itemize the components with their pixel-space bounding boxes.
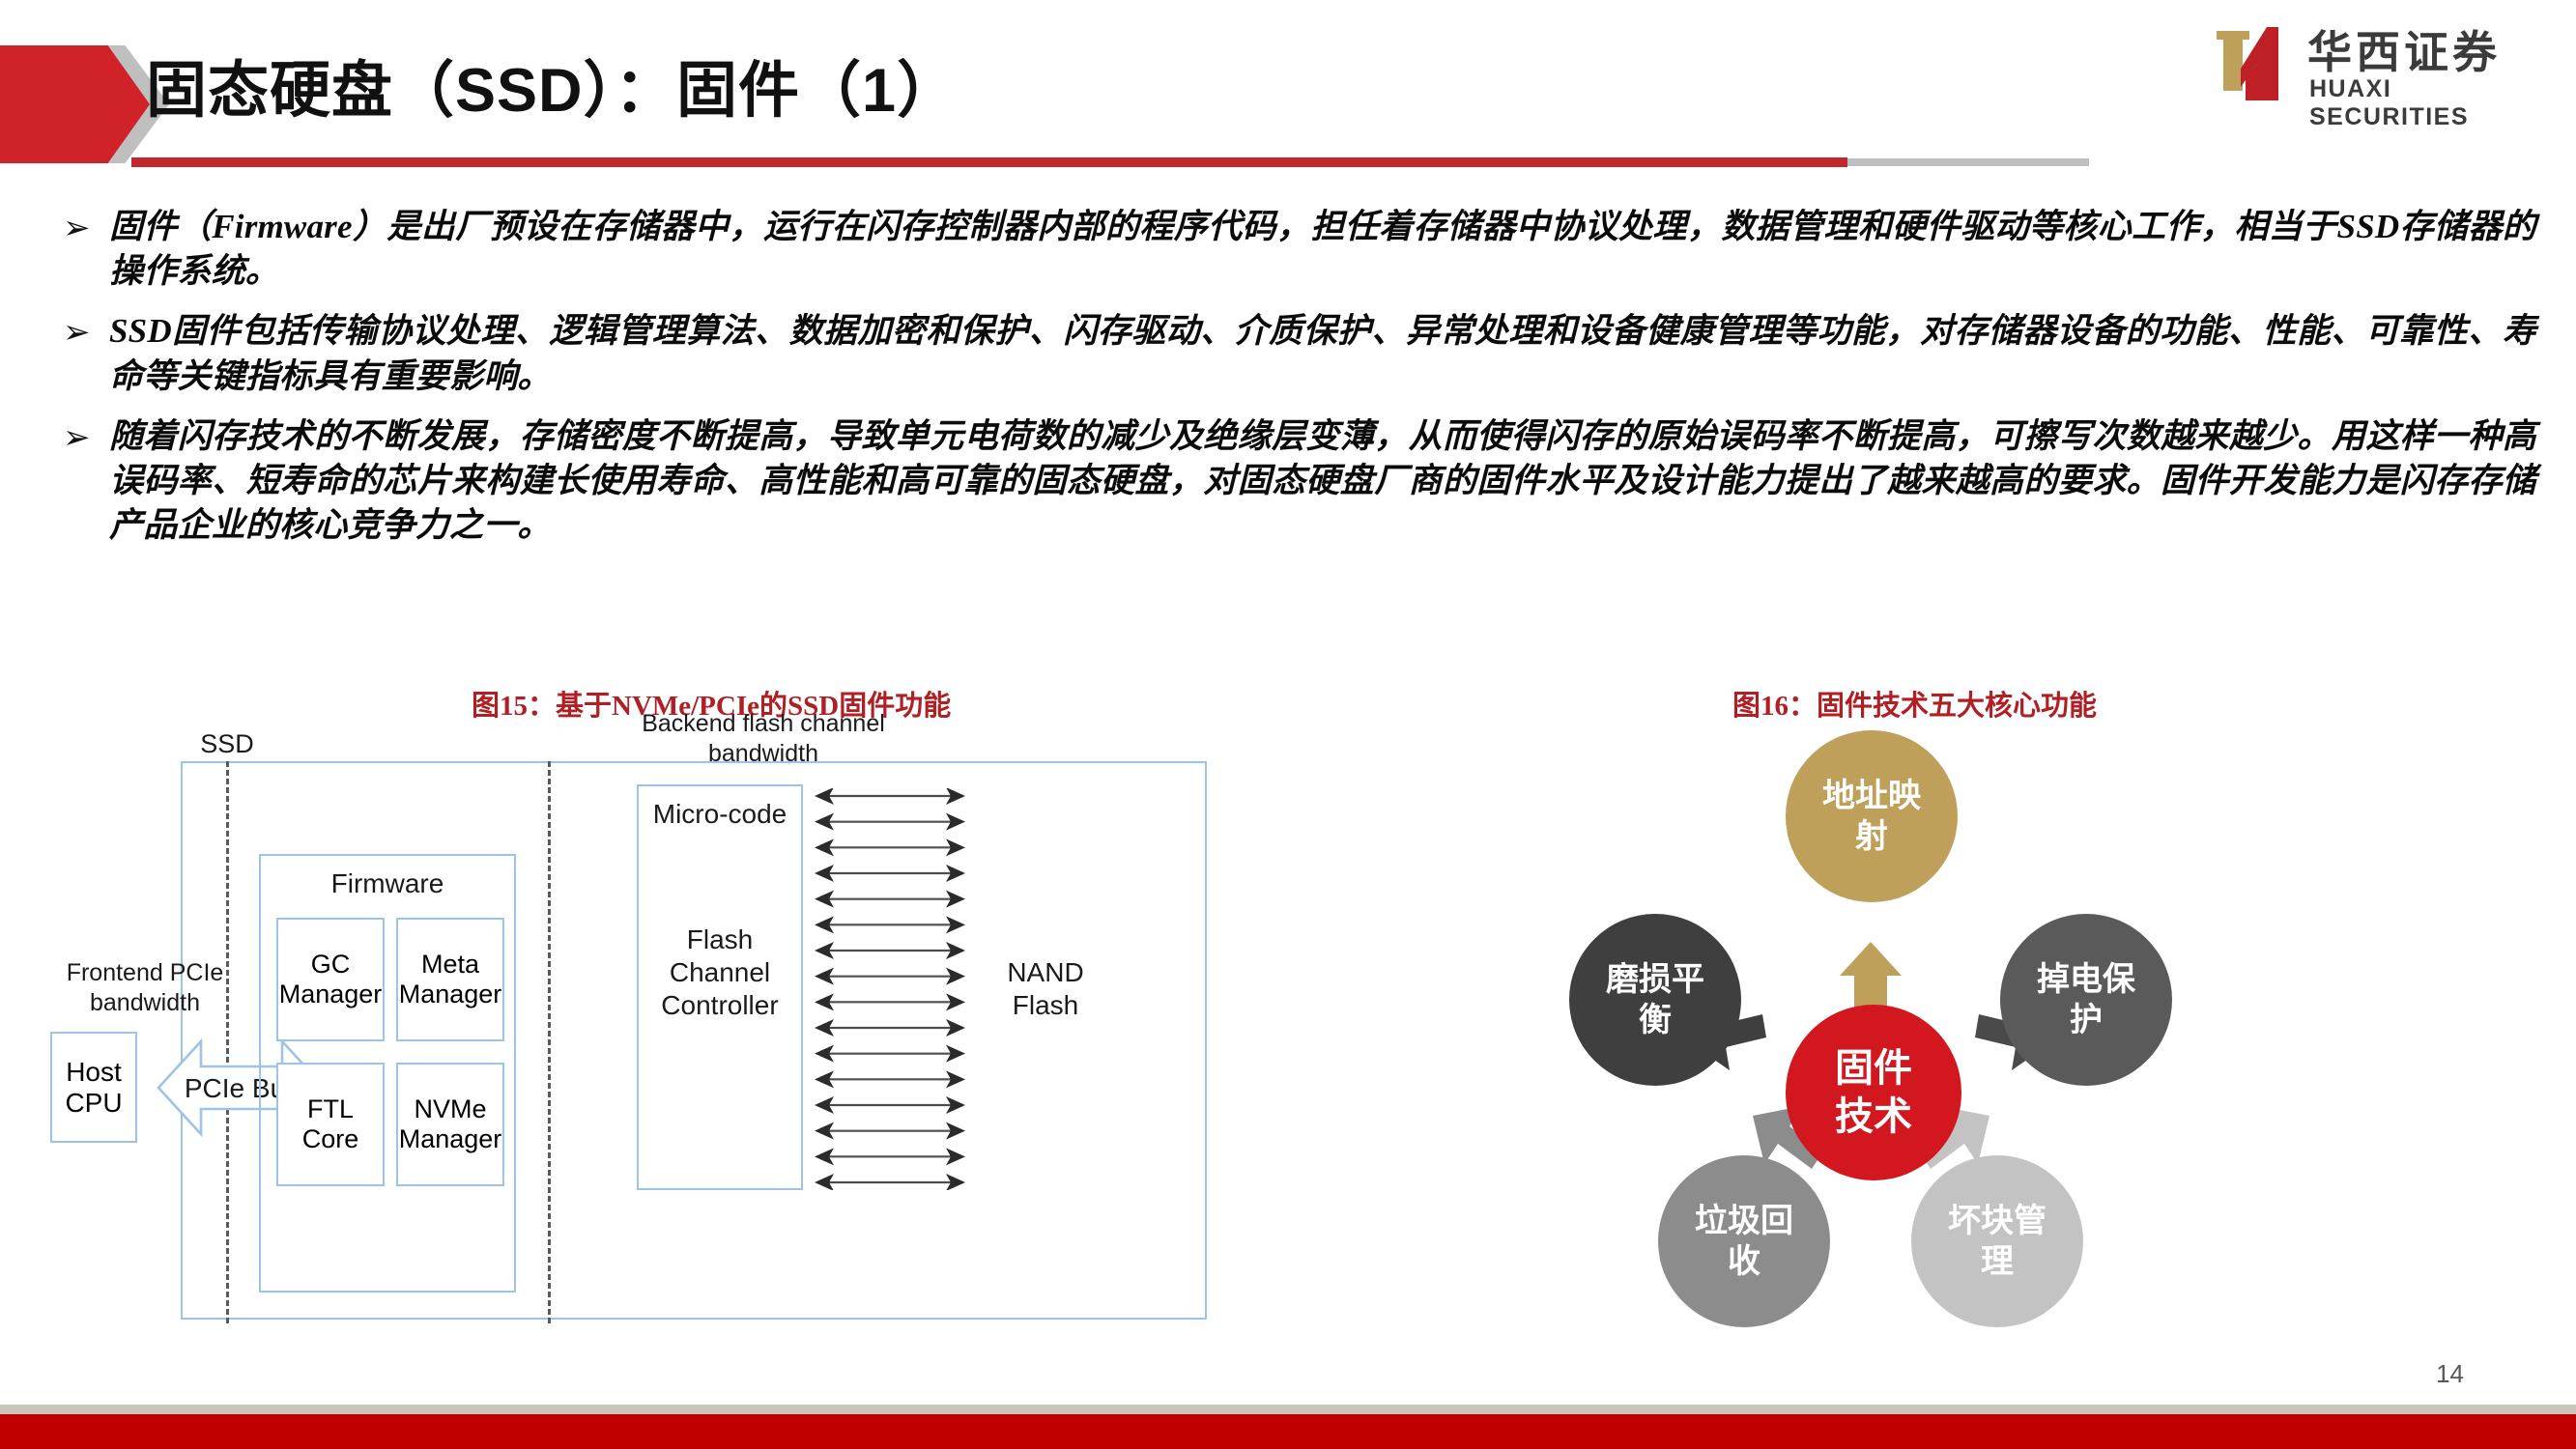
- ftl-core-box: FTL Core: [276, 1063, 385, 1186]
- node-wear-leveling[interactable]: 磨损平 衡: [1569, 914, 1741, 1086]
- flash-channel-arrows-icon: [815, 788, 965, 1190]
- node-firmware-technology-label: 固件 技术: [1835, 1047, 1912, 1138]
- host-cpu-box: Host CPU: [50, 1032, 137, 1143]
- host-cpu-label: Host CPU: [65, 1056, 123, 1118]
- micro-code-label: Micro-code: [652, 799, 787, 829]
- node-bad-block-management[interactable]: 坏块管 理: [1911, 1155, 2083, 1327]
- meta-manager-box: Meta Manager: [396, 918, 504, 1041]
- flash-channel-controller-label: Flash Channel Controller: [661, 924, 779, 1021]
- diagram-label-frontend-bandwidth: Frontend PCIe bandwidth: [66, 959, 224, 1016]
- bullet-item: ➢ 固件（Firmware）是出厂预设在存储器中，运行在闪存控制器内部的程序代码…: [53, 205, 2536, 294]
- bullet-text: 随着闪存技术的不断发展，存储密度不断提高，导致单元电荷数的减少及绝缘层变薄，从而…: [109, 416, 2536, 545]
- bullet-item: ➢ SSD固件包括传输协议处理、逻辑管理算法、数据加密和保护、闪存驱动、介质保护…: [53, 309, 2536, 398]
- bullet-text: SSD固件包括传输协议处理、逻辑管理算法、数据加密和保护、闪存驱动、介质保护、异…: [109, 312, 2536, 395]
- diagram-label-ssd: SSD: [200, 729, 254, 758]
- figure-16-caption: 图16：固件技术五大核心功能: [1732, 691, 2098, 722]
- bullet-marker-icon: ➢: [63, 314, 91, 352]
- bullet-marker-icon: ➢: [63, 210, 91, 246]
- footer-red-bar: [0, 1414, 2576, 1449]
- nvme-manager-box: NVMe Manager: [396, 1063, 504, 1186]
- ssd-firmware-block-diagram: SSD Frontend PCIe bandwidth Host CPU PCI…: [50, 710, 1338, 1352]
- footer-gray-bar: [0, 1405, 2576, 1414]
- page-title: 固态硬盘（SSD）：固件（1）: [146, 57, 959, 125]
- gc-manager-label: GC Manager: [278, 950, 383, 1009]
- ftl-core-label: FTL Core: [301, 1094, 359, 1153]
- node-address-mapping-label: 地址映 射: [1822, 777, 1921, 856]
- firmware-five-core-functions-diagram: 地址映 射 磨损平 衡 掉电保 护 垃圾回 收 坏块管 理 固件 技术: [1498, 730, 2232, 1372]
- node-power-loss-protection-label: 掉电保 护: [2037, 960, 2135, 1039]
- node-garbage-collection[interactable]: 垃圾回 收: [1658, 1155, 1830, 1327]
- body-bullet-list: ➢ 固件（Firmware）是出厂预设在存储器中，运行在闪存控制器内部的程序代码…: [53, 205, 2536, 563]
- company-logo: 华西证券 HUAXI SECURITIES: [2211, 17, 2539, 130]
- node-bad-block-management-label: 坏块管 理: [1948, 1202, 2046, 1281]
- huaxi-h-mark-icon: [2217, 27, 2278, 100]
- logo-chinese-name: 华西证券: [2307, 28, 2501, 77]
- firmware-label: Firmware: [330, 868, 444, 898]
- meta-manager-label: Meta Manager: [398, 950, 502, 1009]
- logo-english-name: HUAXI SECURITIES: [2309, 75, 2470, 130]
- bullet-item: ➢ 随着闪存技术的不断发展，存储密度不断提高，导致单元电荷数的减少及绝缘层变薄，…: [53, 414, 2536, 549]
- nand-flash-label: NAND Flash: [1007, 957, 1084, 1021]
- gc-manager-box: GC Manager: [276, 918, 385, 1041]
- bullet-marker-icon: ➢: [63, 418, 91, 456]
- node-garbage-collection-label: 垃圾回 收: [1695, 1202, 1793, 1281]
- node-address-mapping[interactable]: 地址映 射: [1786, 730, 1958, 902]
- title-underline-gray: [1847, 158, 2089, 166]
- diagram-label-backend-bandwidth: Backend flash channel bandwidth: [642, 710, 885, 767]
- slide-header: 固态硬盘（SSD）：固件（1） 华西证券 HUAXI SECURITIES: [0, 0, 2576, 179]
- node-firmware-technology-center[interactable]: 固件 技术: [1786, 1005, 1961, 1180]
- node-wear-leveling-label: 磨损平 衡: [1606, 960, 1704, 1039]
- nvme-manager-label: NVMe Manager: [398, 1094, 502, 1153]
- title-underline-red: [131, 157, 1847, 167]
- ssd-backend-divider: [548, 761, 551, 1323]
- node-power-loss-protection[interactable]: 掉电保 护: [2000, 914, 2172, 1086]
- bullet-text: 固件（Firmware）是出厂预设在存储器中，运行在闪存控制器内部的程序代码，担…: [109, 208, 2536, 291]
- page-number: 14: [2436, 1359, 2464, 1388]
